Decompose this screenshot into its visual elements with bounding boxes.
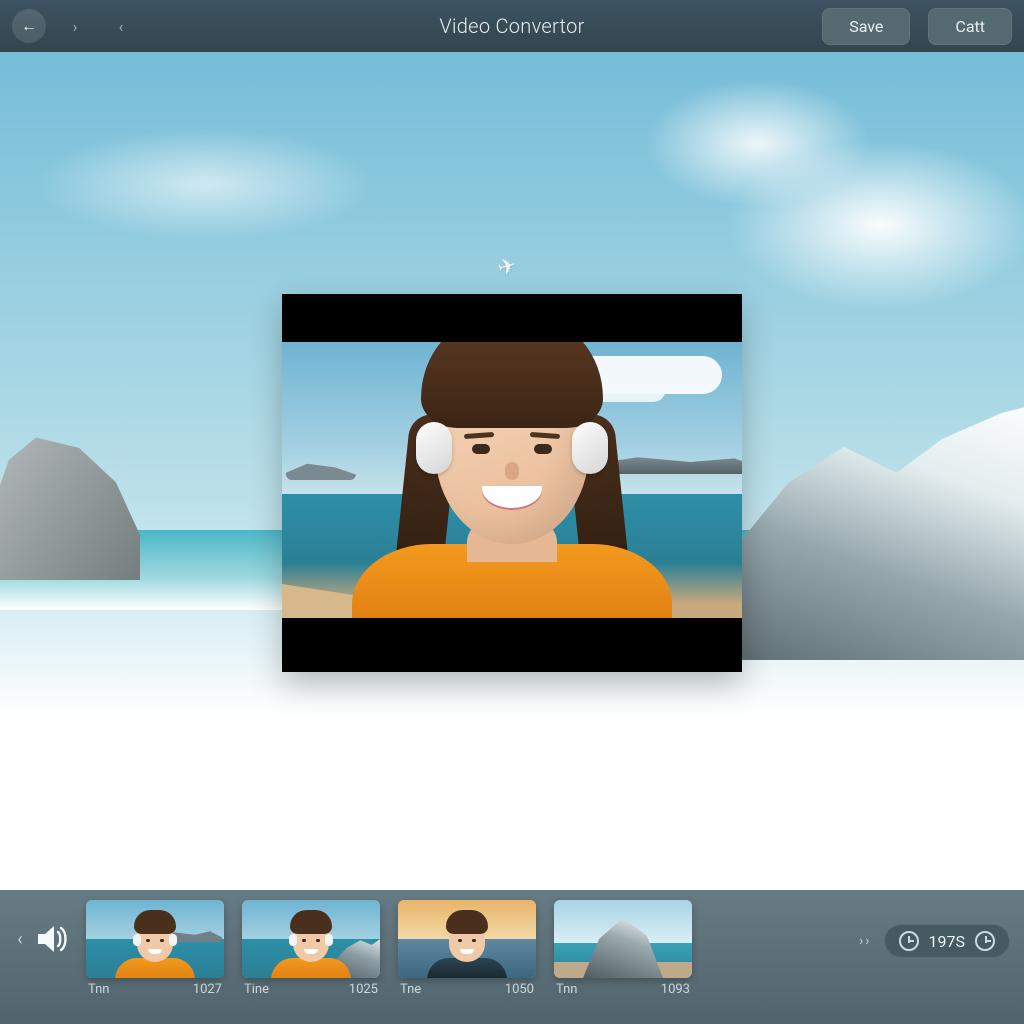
thumbs-next-button[interactable]: ›› xyxy=(859,933,869,949)
thumbnail-3: Tne 1050 xyxy=(398,900,536,997)
top-bar: ← › ‹ Video Convertor Save Catt xyxy=(0,0,1024,52)
undo-button[interactable]: ‹ xyxy=(104,9,138,43)
clock-icon xyxy=(975,931,995,951)
thumbnail-2-value: 1025 xyxy=(349,982,378,997)
timecode-value: 197S xyxy=(929,932,965,951)
thumbnail-2-label: Tine xyxy=(244,982,269,997)
thumbnail-3-value: 1050 xyxy=(505,982,534,997)
thumbnail-1-value: 1027 xyxy=(193,982,222,997)
volume-icon[interactable] xyxy=(36,924,70,954)
thumbnail-4-value: 1093 xyxy=(661,982,690,997)
thumbnail-3-label: Tne xyxy=(400,982,421,997)
chevron-right-icon: › xyxy=(73,17,78,36)
thumbnail-strip: Tnn 1027 Tine 1025 Tne 1050 xyxy=(86,900,692,997)
chevron-right-icon: › xyxy=(865,933,869,949)
clock-icon xyxy=(899,931,919,951)
thumbnail-1-image[interactable] xyxy=(86,900,224,978)
chevron-left-icon: ‹ xyxy=(119,17,124,36)
thumbnail-1-label: Tnn xyxy=(88,982,109,997)
speaker-icon xyxy=(36,924,70,954)
timecode-pill[interactable]: 197S xyxy=(884,924,1010,958)
thumbs-prev-button[interactable]: ‹ xyxy=(10,929,30,950)
save-button[interactable]: Save xyxy=(822,8,910,45)
exit-button[interactable]: Catt xyxy=(928,8,1012,45)
thumbnail-4-label: Tnn xyxy=(556,982,577,997)
thumbnail-4: Tnn 1093 xyxy=(554,900,692,997)
thumbnail-2: Tine 1025 xyxy=(242,900,380,997)
thumbnail-4-image[interactable] xyxy=(554,900,692,978)
forward-button[interactable]: › xyxy=(58,9,92,43)
chevron-right-icon: › xyxy=(859,933,863,949)
thumbnail-1: Tnn 1027 xyxy=(86,900,224,997)
video-frame xyxy=(282,342,742,618)
back-button[interactable]: ← xyxy=(12,9,46,43)
bottom-bar: ‹ Tnn 1027 Tine 1 xyxy=(0,890,1024,1024)
thumbnail-2-image[interactable] xyxy=(242,900,380,978)
thumbnail-3-image[interactable] xyxy=(398,900,536,978)
video-preview[interactable] xyxy=(282,294,742,672)
arrow-left-icon: ← xyxy=(21,16,37,36)
